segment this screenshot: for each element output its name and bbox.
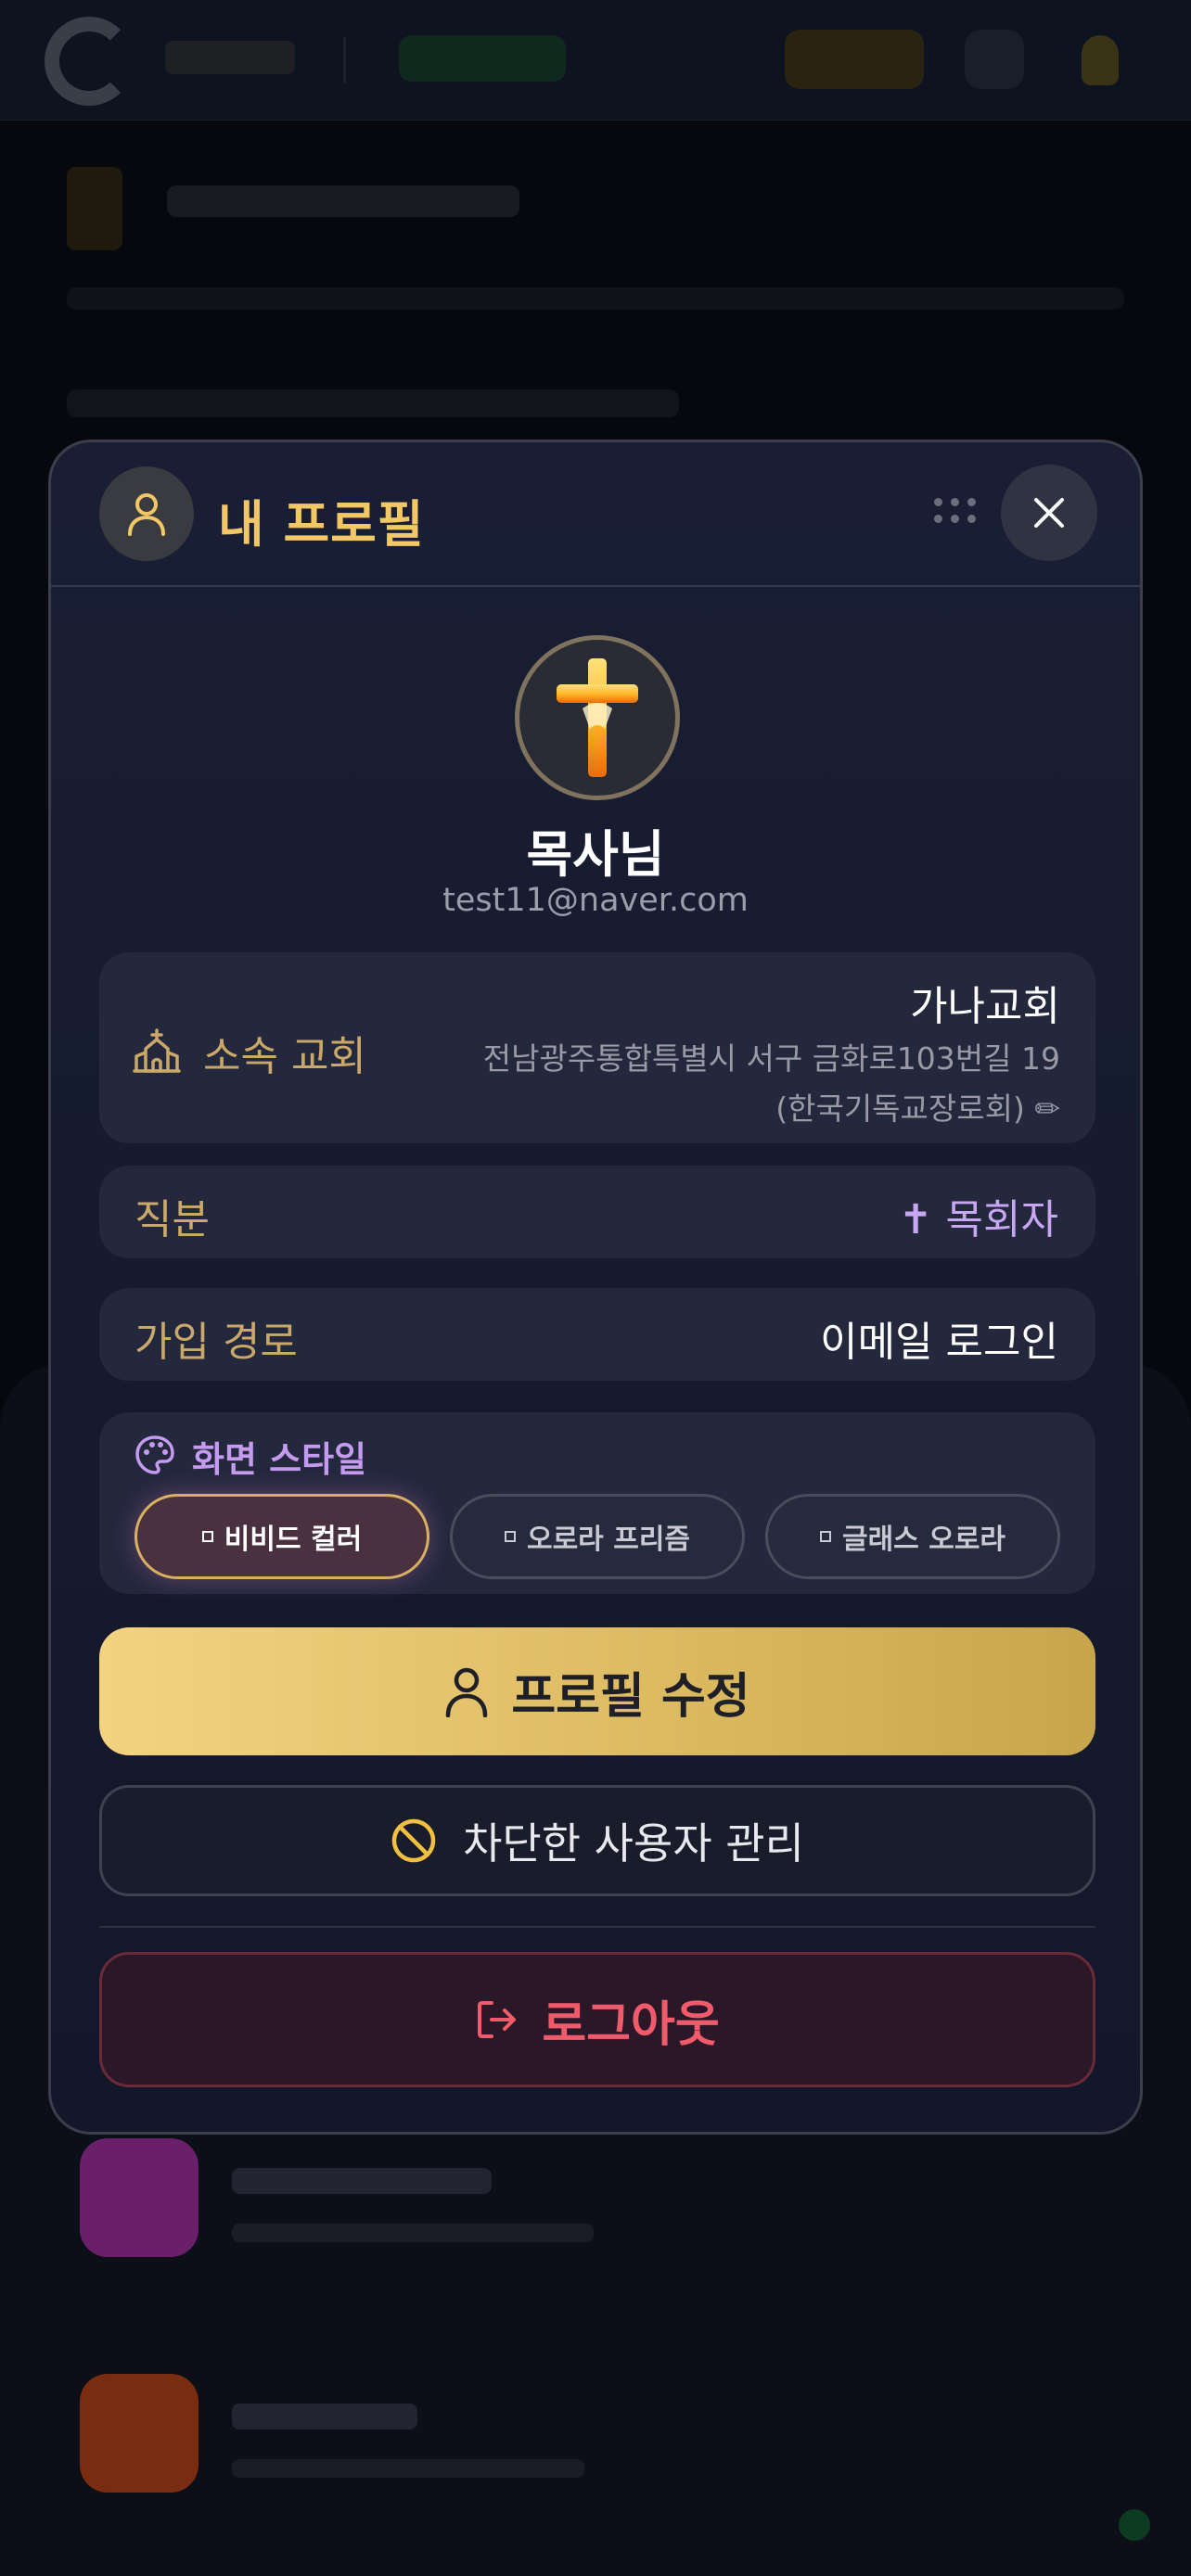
background-icon — [67, 167, 122, 250]
square-icon — [201, 1531, 213, 1542]
profile-modal: 내 프로필 목사님 test11@naver.com 소속 교회 가나교회 전남… — [48, 440, 1143, 2135]
background-text — [167, 185, 519, 217]
close-icon — [1034, 498, 1064, 528]
section-divider — [99, 1926, 1095, 1928]
style-option-label: 글래스 오로라 — [841, 1524, 1006, 1556]
background-thumbnail — [80, 2138, 198, 2257]
edit-profile-label: 프로필 수정 — [511, 1668, 750, 1725]
logout-button[interactable]: 로그아웃 — [99, 1952, 1095, 2087]
close-button[interactable] — [1001, 465, 1097, 561]
blocked-users-button[interactable]: 차단한 사용자 관리 — [99, 1785, 1095, 1896]
menu-button — [965, 30, 1024, 89]
background-topbar — [0, 0, 1191, 121]
style-option-aurora-prism[interactable]: 오로라 프리즘 — [450, 1494, 745, 1579]
background-indicator — [1119, 2509, 1150, 2541]
background-text — [232, 2168, 492, 2194]
join-method-label: 가입 경로 — [134, 1319, 298, 1366]
role-row: 직분 ✝ 목회자 — [99, 1166, 1095, 1258]
style-option-glass-aurora[interactable]: 글래스 오로라 — [765, 1494, 1060, 1579]
background-text — [67, 287, 1124, 310]
background-text — [232, 2224, 594, 2242]
profile-email: test11@naver.com — [442, 882, 749, 919]
square-icon — [819, 1531, 831, 1542]
style-option-label: 오로라 프리즘 — [526, 1524, 691, 1556]
church-info-row[interactable]: 소속 교회 가나교회 전남광주통합특별시 서구 금화로103번길 19 (한국기… — [99, 952, 1095, 1143]
app-logo — [45, 17, 134, 106]
background-text — [67, 389, 679, 417]
logout-icon — [478, 2001, 517, 2038]
role-value: ✝ 목회자 — [898, 1196, 1058, 1243]
screen-style-title: 화면 스타일 — [192, 1439, 367, 1480]
church-label: 소속 교회 — [203, 1033, 366, 1080]
app-name-placeholder — [165, 41, 295, 74]
topbar-divider — [343, 37, 346, 83]
join-method-row: 가입 경로 이메일 로그인 — [99, 1288, 1095, 1381]
join-method-value: 이메일 로그인 — [820, 1319, 1058, 1366]
profile-avatar — [515, 635, 680, 800]
style-option-label: 비비드 컬러 — [224, 1524, 363, 1556]
points-pill — [785, 30, 924, 89]
status-pill — [399, 35, 566, 82]
background-text — [232, 2459, 584, 2478]
square-icon — [504, 1531, 516, 1542]
style-option-vivid[interactable]: 비비드 컬러 — [134, 1494, 429, 1579]
church-denomination[interactable]: (한국기독교장로회) ✏ — [775, 1084, 1060, 1129]
user-icon — [99, 466, 194, 561]
edit-profile-button[interactable]: 프로필 수정 — [99, 1627, 1095, 1755]
drag-handle-icon[interactable] — [934, 498, 977, 526]
cross-icon — [557, 658, 638, 777]
modal-header: 내 프로필 — [51, 442, 1140, 587]
church-name: 가나교회 — [910, 983, 1060, 1030]
blocked-users-label: 차단한 사용자 관리 — [463, 1818, 804, 1868]
church-icon — [133, 1028, 181, 1073]
screen-style-section: 화면 스타일 비비드 컬러 오로라 프리즘 글래스 오로라 — [99, 1412, 1095, 1594]
logout-label: 로그아웃 — [542, 1996, 720, 2053]
role-label: 직분 — [134, 1196, 210, 1243]
lightbulb-icon — [1082, 35, 1119, 85]
user-icon — [446, 1667, 488, 1717]
ban-icon — [391, 1818, 436, 1863]
church-address: 전남광주통합특별시 서구 금화로103번길 19 — [482, 1040, 1060, 1077]
palette-icon — [135, 1435, 174, 1474]
background-text — [232, 2404, 417, 2429]
profile-name: 목사님 — [526, 825, 665, 884]
background-thumbnail — [80, 2374, 198, 2493]
modal-title: 내 프로필 — [218, 495, 425, 554]
